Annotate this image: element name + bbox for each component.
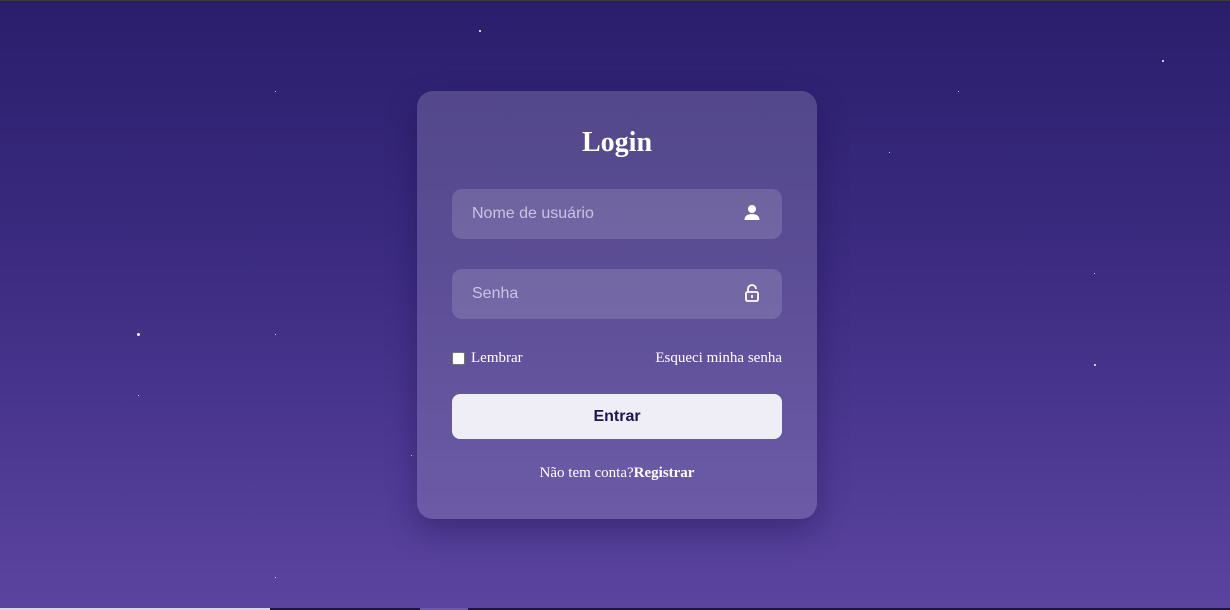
remember-label: Lembrar [471, 350, 523, 366]
forgot-password-link[interactable]: Esqueci minha senha [655, 350, 782, 367]
checkbox-box[interactable] [452, 352, 465, 365]
star-decoration [1094, 364, 1096, 366]
login-options-row: Lembrar Esqueci minha senha [452, 350, 782, 368]
star-decoration [137, 333, 140, 336]
star-decoration [889, 152, 890, 153]
register-prompt: Não tem conta?Registrar [417, 465, 817, 482]
star-decoration [958, 91, 959, 92]
login-title: Login [581, 127, 653, 158]
star-decoration [275, 334, 276, 335]
password-field[interactable] [452, 269, 782, 319]
username-field[interactable] [452, 189, 782, 239]
star-decoration [1094, 273, 1095, 274]
star-decoration [275, 91, 276, 92]
lock-icon [745, 284, 759, 302]
user-icon [744, 205, 760, 220]
register-link[interactable]: Registrar [634, 465, 695, 481]
password-input[interactable] [452, 269, 742, 319]
login-card: Login Lembrar Esqueci minha senha Entrar… [417, 91, 817, 519]
star-decoration [1162, 60, 1164, 62]
register-prompt-text: Não tem conta? [539, 465, 634, 481]
username-input[interactable] [452, 189, 742, 239]
window-top-border [0, 0, 1230, 1]
star-decoration [275, 577, 276, 578]
star-decoration [411, 455, 412, 456]
submit-button[interactable]: Entrar [452, 394, 782, 439]
star-decoration [138, 395, 139, 396]
star-decoration [479, 30, 481, 32]
remember-checkbox[interactable]: Lembrar [452, 350, 523, 367]
